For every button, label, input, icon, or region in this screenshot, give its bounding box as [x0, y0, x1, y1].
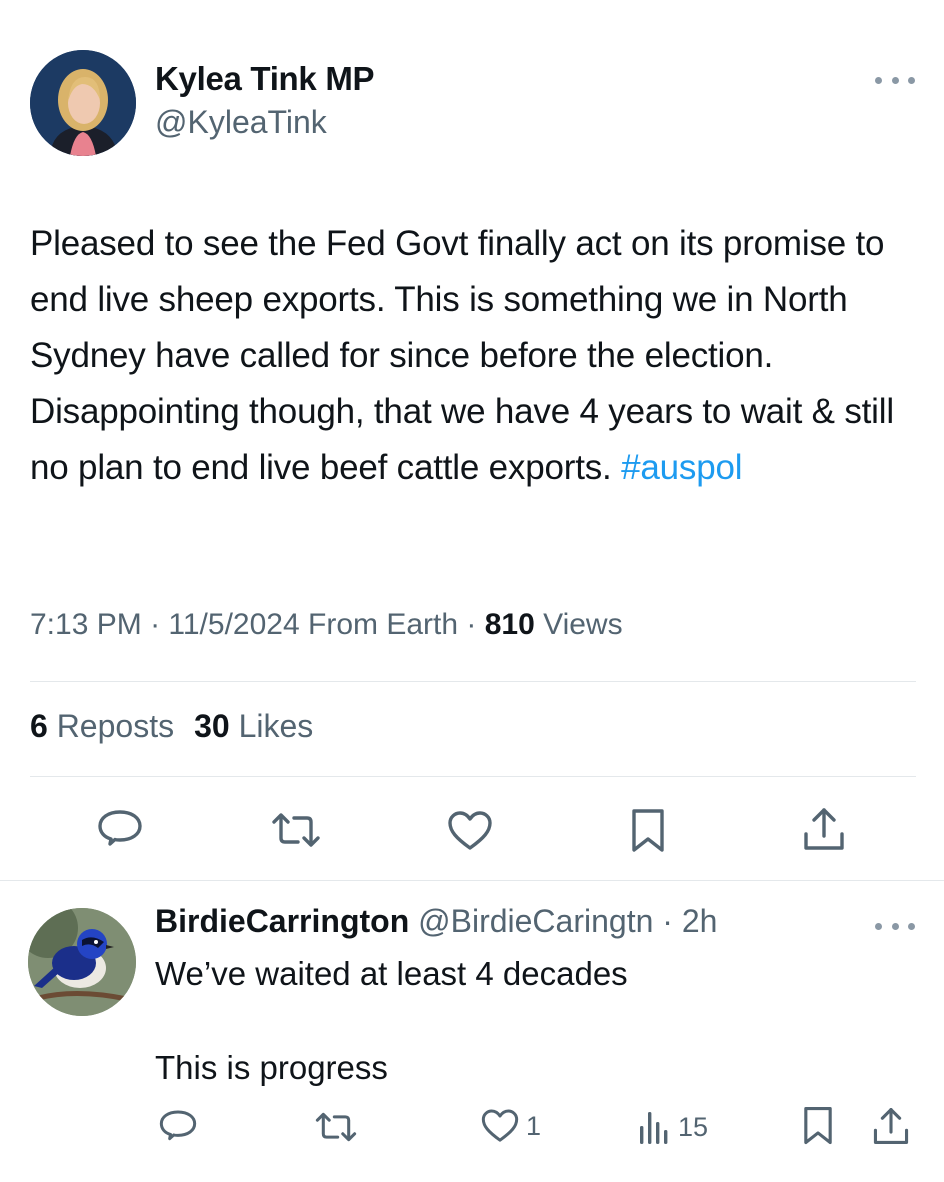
reply-views-count: 15: [678, 1111, 709, 1142]
reply-text: We’ve waited at least 4 decades This is …: [155, 955, 628, 1086]
reposts-count: 6: [30, 708, 48, 744]
author-name[interactable]: Kylea Tink MP: [155, 60, 375, 98]
like-icon: [481, 1109, 519, 1142]
tweet-text: Pleased to see the Fed Govt finally act …: [30, 216, 920, 496]
views-icon: [640, 1112, 668, 1144]
likes-count: 30: [194, 708, 230, 744]
like-button[interactable]: 1: [480, 1108, 541, 1144]
reply-separator: ·: [653, 903, 682, 939]
reply-author-name[interactable]: BirdieCarrington: [155, 903, 409, 939]
hashtag-link[interactable]: #auspol: [621, 448, 742, 487]
tweet-meta: 7:13 PM · 11/5/2024 From Earth · 810 Vie…: [30, 608, 623, 641]
divider: [30, 681, 916, 682]
share-icon[interactable]: [872, 1106, 910, 1146]
divider: [0, 880, 944, 881]
tweet-source: From Earth: [308, 608, 459, 641]
more-options-icon[interactable]: [875, 916, 915, 936]
reply-like-count: 1: [526, 1110, 542, 1141]
reply-icon[interactable]: [96, 808, 144, 852]
repost-icon[interactable]: [270, 810, 322, 850]
reply-avatar[interactable]: [28, 908, 136, 1016]
views-button[interactable]: 15: [638, 1108, 708, 1146]
likes-link[interactable]: 30 Likes: [194, 708, 313, 744]
like-icon[interactable]: [446, 810, 494, 852]
share-icon[interactable]: [802, 806, 846, 852]
tweet-date[interactable]: 11/5/2024: [168, 608, 299, 641]
repost-icon[interactable]: [314, 1110, 358, 1144]
bookmark-icon[interactable]: [802, 1106, 834, 1146]
reposts-label: Reposts: [56, 708, 175, 744]
reposts-link[interactable]: 6 Reposts: [30, 708, 174, 744]
views-label: Views: [543, 608, 623, 641]
tweet-time[interactable]: 7:13 PM: [30, 608, 142, 641]
reply-header: BirdieCarrington @BirdieCaringtn · 2h: [155, 903, 717, 940]
tweet-body: Pleased to see the Fed Govt finally act …: [30, 224, 894, 487]
reply-author-handle[interactable]: @BirdieCaringtn: [418, 903, 653, 939]
divider: [30, 776, 916, 777]
likes-label: Likes: [238, 708, 314, 744]
reply-icon[interactable]: [158, 1108, 198, 1146]
author-avatar[interactable]: [30, 50, 136, 156]
more-options-icon[interactable]: [875, 70, 915, 90]
author-handle[interactable]: @KyleaTink: [155, 104, 327, 141]
views-count: 810: [484, 608, 535, 641]
bookmark-icon[interactable]: [630, 808, 666, 854]
engagement-stats: 6 Reposts 30 Likes: [30, 708, 313, 745]
reply-time[interactable]: 2h: [682, 903, 718, 939]
